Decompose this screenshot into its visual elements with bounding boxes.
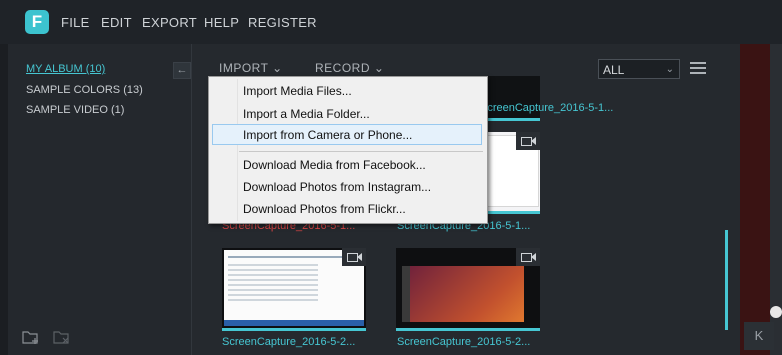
video-camera-icon xyxy=(342,248,366,266)
menu-export[interactable]: EXPORT xyxy=(142,15,197,30)
menu-bar: F FILE EDIT EXPORT HELP REGISTER xyxy=(0,0,782,44)
chevron-down-icon: ⌄ xyxy=(665,64,674,75)
menu-gutter xyxy=(237,79,238,221)
sidebar-item-sample-video[interactable]: SAMPLE VIDEO (1) xyxy=(26,104,124,116)
browser-icon xyxy=(770,306,782,318)
filter-value: ALL xyxy=(603,63,625,77)
menu-item-download-facebook[interactable]: Download Media from Facebook... xyxy=(243,158,426,172)
preview-panel xyxy=(740,44,770,355)
menu-help[interactable]: HELP xyxy=(204,15,239,30)
chevron-down-icon: ⌄ xyxy=(373,61,385,75)
media-caption: ScreenCapture_2016-5-1... xyxy=(480,102,614,114)
delete-folder-icon[interactable] xyxy=(53,329,71,345)
import-label: IMPORT xyxy=(219,61,269,75)
menu-edit[interactable]: EDIT xyxy=(101,15,132,30)
menu-separator xyxy=(239,151,483,152)
record-button[interactable]: RECORD ⌄ xyxy=(315,61,384,75)
chevron-down-icon: ⌄ xyxy=(272,61,283,75)
arrow-left-icon: ← xyxy=(176,64,188,76)
import-dropdown-menu: Import Media Files... Import a Media Fol… xyxy=(208,76,488,224)
media-caption: ScreenCapture_2016-5-2... xyxy=(397,336,531,348)
menu-item-import-media-folder[interactable]: Import a Media Folder... xyxy=(243,107,370,121)
video-camera-icon xyxy=(516,248,540,266)
media-caption: ScreenCapture_2016-5-2... xyxy=(222,336,356,348)
preview-button[interactable]: K xyxy=(744,322,774,350)
media-scrollbar[interactable] xyxy=(725,230,728,330)
menu-item-download-instagram[interactable]: Download Photos from Instagram... xyxy=(243,180,431,194)
app-logo: F xyxy=(25,10,49,34)
menu-item-import-from-camera[interactable]: Import from Camera or Phone... xyxy=(243,128,412,142)
media-thumbnail[interactable] xyxy=(222,248,366,331)
media-filter-select[interactable]: ALL ⌄ xyxy=(598,59,680,79)
collapse-sidebar-button[interactable]: ← xyxy=(173,62,191,79)
sidebar-item-sample-colors[interactable]: SAMPLE COLORS (13) xyxy=(26,84,143,96)
media-thumbnail[interactable] xyxy=(396,248,540,331)
menu-item-download-flickr[interactable]: Download Photos from Flickr... xyxy=(243,202,406,216)
sidebar-item-my-album[interactable]: MY ALBUM (10) xyxy=(26,63,105,75)
record-label: RECORD xyxy=(315,61,371,75)
list-view-icon[interactable] xyxy=(690,61,706,75)
video-camera-icon xyxy=(516,132,540,150)
menu-file[interactable]: FILE xyxy=(61,15,90,30)
menu-register[interactable]: REGISTER xyxy=(248,15,317,30)
import-button[interactable]: IMPORT ⌄ xyxy=(219,61,283,75)
menu-item-import-media-files[interactable]: Import Media Files... xyxy=(243,84,352,98)
add-folder-icon[interactable] xyxy=(22,329,40,345)
